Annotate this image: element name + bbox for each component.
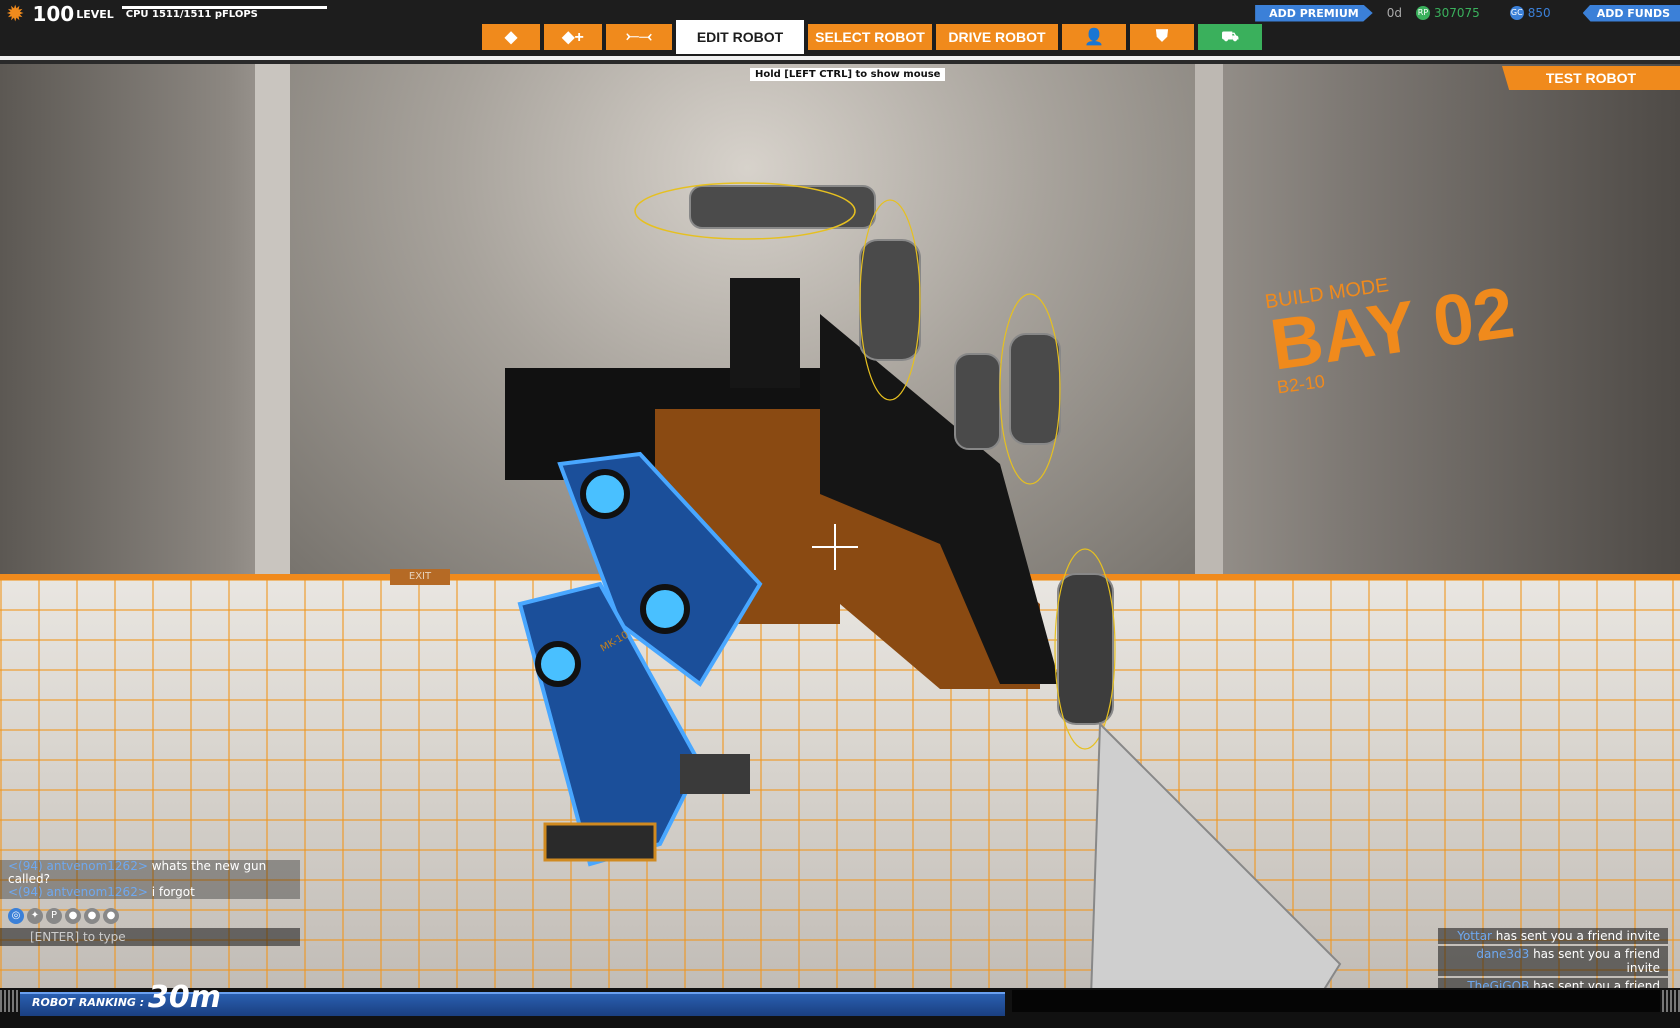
globe-icon[interactable]: ◎ — [8, 908, 24, 924]
crosshair — [812, 524, 858, 570]
tab-drive-robot[interactable]: DRIVE ROBOT — [936, 24, 1058, 50]
gear-icon[interactable]: ✹ — [6, 2, 24, 27]
cpu-readout: CPU 1511/1511 pFLOPS — [125, 8, 258, 20]
chat-input[interactable]: [ENTER] to type — [0, 928, 300, 946]
bottom-right-panel — [1012, 990, 1660, 1012]
clan-icon[interactable]: ✦ — [27, 908, 43, 924]
gun-right-a — [1009, 333, 1061, 445]
user-icon[interactable]: ● — [103, 908, 119, 924]
rp-balance: RP 307075 — [1415, 6, 1480, 20]
robot-ranking-label: ROBOT RANKING : — [32, 996, 145, 1009]
shield-button[interactable]: ⛊ — [1130, 24, 1194, 50]
friend-invite-notification[interactable]: Yottar has sent you a friend invite — [1438, 928, 1668, 944]
premium-time: 0d — [1386, 6, 1402, 20]
chat-channels: ◎ ✦ P ● ● ● — [8, 908, 119, 924]
chat-message: <(94) antvenom1262> i forgot — [8, 885, 195, 899]
robot-tower — [730, 278, 800, 388]
add-premium-button[interactable]: ADD PREMIUM — [1255, 4, 1373, 22]
share-button[interactable]: ⤚⤙ — [606, 24, 672, 50]
friends-icon: 👤 — [1084, 29, 1104, 46]
top-bar: ✹ 100 LEVEL CPU 1511/1511 pFLOPS ◆ ◆+ ⤚⤙… — [0, 0, 1680, 60]
cpu-bar — [122, 6, 327, 9]
robot-joint-knee — [640, 584, 690, 634]
cube-add-button[interactable]: ◆+ — [544, 24, 602, 50]
tab-select-robot[interactable]: SELECT ROBOT — [808, 24, 932, 50]
user-icon[interactable]: ● — [65, 908, 81, 924]
level-label: LEVEL — [76, 7, 114, 21]
mode-tabs: ◆ ◆+ ⤚⤙ EDIT ROBOT SELECT ROBOT DRIVE RO… — [482, 20, 1262, 54]
chat-log: <(94) antvenom1262> whats the new gun ca… — [0, 860, 300, 899]
robot-joint-hip — [580, 469, 630, 519]
gun-right-b — [954, 353, 1001, 450]
rp-amount: 307075 — [1433, 6, 1480, 20]
bottom-tick-left — [0, 990, 18, 1012]
cube-button[interactable]: ◆ — [482, 24, 540, 50]
test-robot-button[interactable]: TEST ROBOT — [1502, 66, 1680, 90]
robot-foot-back — [680, 754, 750, 794]
user-icon[interactable]: ● — [84, 908, 100, 924]
rp-coin-icon: RP — [1415, 6, 1430, 20]
gc-balance: GC 850 — [1509, 6, 1551, 20]
mouse-hint: Hold [LEFT CTRL] to show mouse — [750, 68, 946, 81]
friend-invite-notification[interactable]: dane3d3 has sent you a friend invite — [1438, 946, 1668, 976]
cube-icon: ◆ — [504, 29, 518, 46]
held-tool — [1088, 721, 1342, 1028]
level-value: 100 — [32, 2, 75, 26]
gc-amount: 850 — [1527, 6, 1551, 20]
shield-icon: ⛊ — [1155, 28, 1168, 45]
robot-foot — [543, 822, 657, 862]
currency-bar: ADD PREMIUM 0d RP 307075 GC 850 ADD FUND… — [1255, 4, 1680, 22]
cube-add-icon: ◆+ — [562, 29, 584, 46]
friends-button[interactable]: 👤 — [1062, 24, 1126, 50]
garage-button[interactable]: ⛟ — [1198, 24, 1262, 50]
bottom-tick-right — [1662, 990, 1680, 1012]
gun-mid — [859, 239, 921, 361]
gc-coin-icon: GC — [1509, 6, 1524, 20]
add-funds-button[interactable]: ADD FUNDS — [1582, 4, 1680, 22]
robot-ranking-value: 30m — [148, 980, 222, 1015]
robot-joint-ankle — [535, 641, 581, 687]
gun-low — [1057, 573, 1114, 725]
share-icon: ⤚⤙ — [626, 28, 652, 45]
tab-edit-robot[interactable]: EDIT ROBOT — [676, 20, 804, 54]
garage-icon: ⛟ — [1221, 27, 1239, 44]
party-icon[interactable]: P — [46, 908, 62, 924]
